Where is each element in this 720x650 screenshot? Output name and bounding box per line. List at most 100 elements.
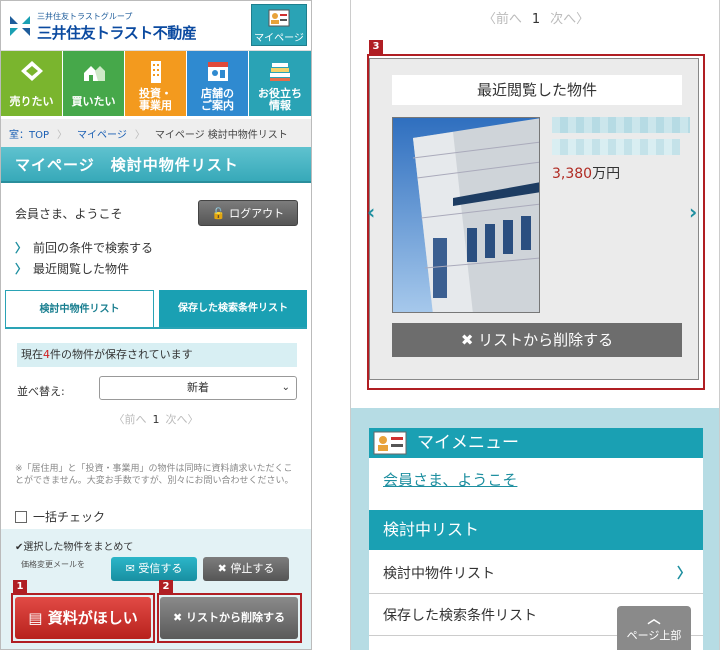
sort-label: 並べ替え: [17,385,65,398]
request-note: ※「居住用」と「投資・事業用」の物件は同時に資料請求いただくことができません。大… [15,464,294,486]
main-nav: 売りたい 買いたい 投資・ 事業用 店舗の ご案内 お役立ち 情報 [1,51,311,116]
chevron-right-icon: 〉 [15,241,28,255]
carousel-next-arrow-icon[interactable]: › [689,200,697,224]
building-photo-icon [393,118,539,312]
page-title: マイページ 検討中物件リスト [1,147,311,183]
mymenu-header: マイメニュー [369,428,703,458]
tab-divider [5,327,307,329]
delete-from-list-button[interactable]: ✖ リストから削除する [160,597,298,639]
carousel-delete-button[interactable]: ✖ リストから削除する [392,323,682,357]
price-unit: 万円 [592,166,621,182]
chevron-right-icon: 〉 [15,262,28,276]
bulk-label: ✔選択した物件をまとめて [15,542,134,553]
buy-house-icon [84,66,105,81]
pager-top: 〈前へ 1 次へ〉 [351,8,719,27]
mymenu-list-head: 検討中リスト [369,510,703,550]
logo-subtitle: 三井住友トラストグループ [37,12,133,21]
pager-top-next[interactable]: 次へ〉 [550,12,589,27]
price-value: 3,380 [552,166,593,182]
recent-viewed-carousel: 最近閲覧した物件 3,380万円 ✖ リストから削除する [369,58,699,380]
request-docs-button[interactable]: ▤ 資料がほしい [15,597,151,639]
nav-buy-label: 買いたい [71,95,116,108]
logout-label: ログアウト [229,207,285,220]
document-icon: ▤ [28,609,43,627]
breadcrumb-home[interactable]: 室：TOP [1,126,55,141]
mymenu-item-label: 保存した検索条件リスト [383,608,537,624]
chevron-up-icon: ︿ [647,612,661,627]
nav-invest-label: 投資・ 事業用 [139,87,172,112]
logo-mark-icon [8,14,32,38]
nav-info-label: お役立ち 情報 [258,87,302,112]
nav-info[interactable]: お役立ち 情報 [249,51,311,116]
right-panel: 〈前へ 1 次へ〉 3 最近閲覧した物件 3,380万円 ✖ リストから削除する… [350,0,720,650]
recent-viewed-title: 最近閲覧した物件 [392,75,682,105]
chevron-down-icon: ⌄ [281,382,290,393]
saved-prefix: 現在 [21,348,43,361]
logo-title: 三井住友トラスト不動産 [37,24,197,42]
close-icon: ✖ [172,611,183,624]
pager-prev[interactable]: 〈前へ [114,413,147,426]
welcome-text: 会員さま、ようこそ [15,207,123,221]
link-previous-search[interactable]: 〉前回の条件で検索する [15,239,153,256]
pager-top-current: 1 [531,12,541,27]
sell-house-icon [21,61,43,81]
link-previous-search-label: 前回の条件で検索する [33,241,154,255]
left-panel: 三井住友トラストグループ 三井住友トラスト不動産 マイページ 売りたい 買いたい… [0,0,312,650]
nav-sell-label: 売りたい [9,95,54,108]
callout-badge-2: 2 [159,580,173,594]
chevron-right-icon: 〉 [677,566,691,582]
mymenu-item-candidate-list[interactable]: 検討中物件リスト 〉 [369,554,703,594]
nav-stores-label: 店舗の ご案内 [201,87,234,112]
page-top-button[interactable]: ︿ ページ上部 [617,606,691,650]
mymenu-title: マイメニュー [417,433,519,453]
receive-mail-button[interactable]: ✉ 受信する [111,557,197,581]
carousel-prev-arrow-icon[interactable]: ‹ [367,200,375,224]
mypage-card-icon [268,9,290,27]
stop-mail-button[interactable]: ✖ 停止する [203,557,289,581]
pager-current: 1 [152,413,160,426]
pager-next[interactable]: 次へ〉 [166,413,199,426]
property-name-redacted [552,117,690,133]
property-photo[interactable] [392,117,540,313]
breadcrumb-separator-icon: 〉 [57,129,68,141]
store-icon [208,62,228,81]
receive-mail-label: 受信する [138,562,183,575]
check-all[interactable]: 一括チェック [15,508,105,525]
delete-from-list-label: リストから削除する [186,611,286,624]
pager-top-prev[interactable]: 〈前へ [483,12,522,27]
breadcrumb: 室：TOP 〉 マイページ 〉 マイページ 検討中物件リスト [1,119,311,147]
saved-count-banner: 現在4件の物件が保存されています [17,343,297,367]
property-price: 3,380万円 [552,163,620,183]
mymenu-item-label: 検討中物件リスト [383,566,495,582]
callout-badge-1: 1 [13,580,27,594]
pager: 〈前へ 1 次へ〉 [1,411,311,427]
building-icon [151,61,161,83]
mymenu-card-icon [373,431,407,455]
breadcrumb-current: マイページ 検討中物件リスト [154,129,288,141]
link-recent-viewed[interactable]: 〉最近閲覧した物件 [15,260,129,277]
sort-select[interactable]: 新着 ⌄ [99,376,297,400]
breadcrumb-separator-icon: 〉 [134,129,145,141]
nav-invest[interactable]: 投資・ 事業用 [125,51,187,116]
tab-candidate-list[interactable]: 検討中物件リスト [5,290,154,328]
logout-button[interactable]: 🔓 ログアウト [198,200,298,226]
mypage-label: マイページ [254,33,304,44]
saved-count: 4 [43,348,50,361]
link-recent-viewed-label: 最近閲覧した物件 [33,262,130,276]
tab-saved-search[interactable]: 保存した検索条件リスト [159,290,307,328]
price-mail-label: 価格変更メールを [21,560,85,569]
mail-icon: ✉ [125,562,135,575]
check-all-checkbox[interactable] [15,510,27,523]
nav-buy[interactable]: 買いたい [63,51,125,116]
lock-icon: 🔓 [211,207,226,220]
mypage-button[interactable]: マイページ [251,4,307,46]
close-icon: ✖ [217,562,227,575]
logo[interactable]: 三井住友トラストグループ 三井住友トラスト不動産 [7,9,217,45]
nav-sell[interactable]: 売りたい [1,51,63,116]
stop-mail-label: 停止する [230,562,275,575]
breadcrumb-mypage[interactable]: マイページ [69,126,133,141]
request-docs-label: 資料がほしい [47,609,138,627]
saved-suffix: 件の物件が保存されています [50,348,193,361]
nav-stores[interactable]: 店舗の ご案内 [187,51,249,116]
mymenu-welcome-link[interactable]: 会員さま、ようこそ [383,469,517,490]
